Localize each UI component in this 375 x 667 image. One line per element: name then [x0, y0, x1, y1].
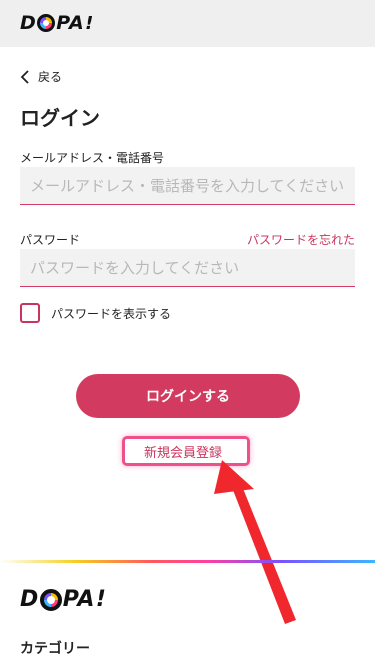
password-input[interactable] — [20, 249, 355, 287]
login-button[interactable]: ログインする — [76, 374, 300, 418]
forgot-password-link[interactable]: パスワードを忘れた — [247, 231, 355, 248]
annotation-arrow-icon — [214, 460, 296, 624]
top-bar: D PA ! — [0, 0, 375, 47]
show-password-checkbox[interactable] — [20, 303, 40, 323]
chevron-left-icon — [20, 69, 29, 84]
footer-category-heading: カテゴリー — [20, 641, 90, 657]
back-label: 戻る — [38, 70, 63, 84]
register-link[interactable]: 新規会員登録 — [144, 442, 222, 461]
back-link[interactable]: 戻る — [20, 68, 62, 85]
footer-divider — [0, 560, 375, 563]
email-input[interactable] — [20, 167, 355, 205]
show-password-toggle[interactable]: パスワードを表示する — [20, 303, 171, 323]
email-label: メールアドレス・電話番号 — [20, 151, 165, 165]
password-label: パスワード — [20, 233, 81, 247]
logo-ring-icon — [39, 588, 62, 611]
show-password-label: パスワードを表示する — [51, 306, 172, 321]
logo-ring-icon — [37, 14, 56, 32]
footer-dopa-logo[interactable]: D PA ! — [20, 587, 106, 612]
page-title: ログイン — [20, 106, 100, 130]
dopa-logo[interactable]: D PA ! — [20, 12, 93, 34]
